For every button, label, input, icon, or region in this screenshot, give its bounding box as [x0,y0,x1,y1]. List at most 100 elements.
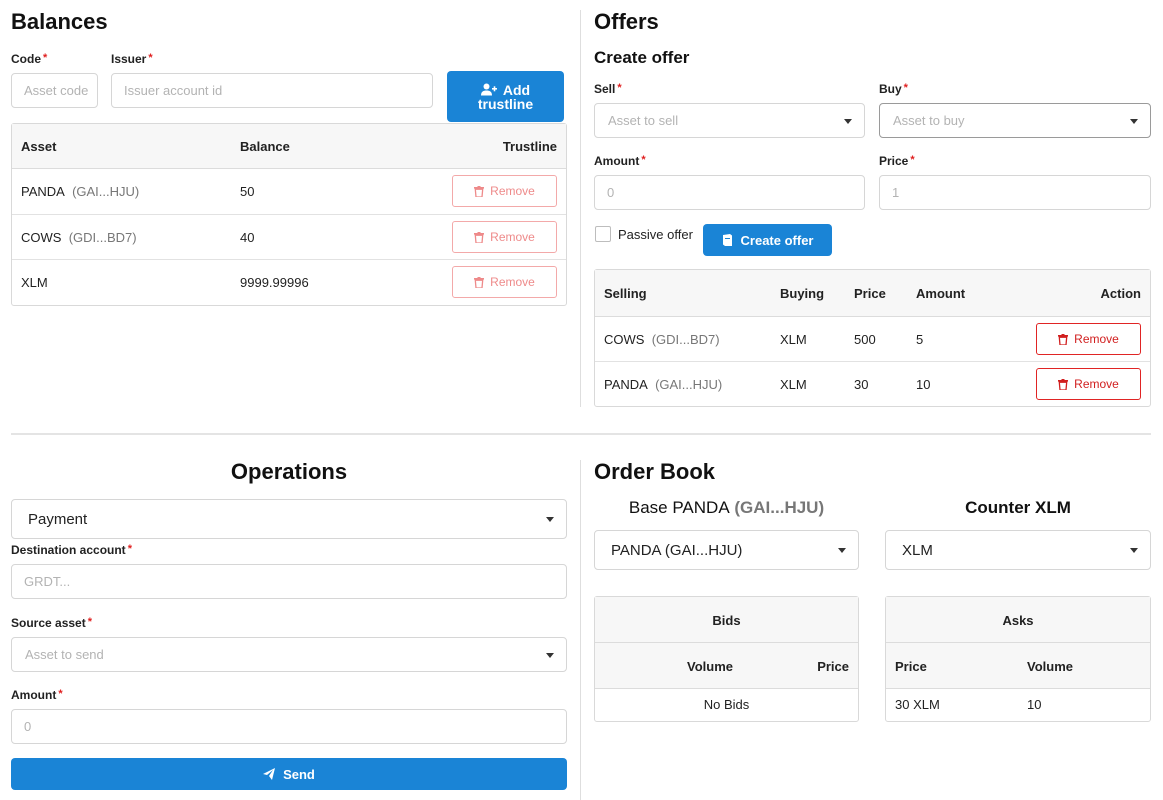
chevron-down-icon [1130,118,1138,124]
remove-trustline-button[interactable]: Remove [452,266,557,298]
op-amount-label: Amount * [11,688,63,702]
price-label: Price * [879,154,915,168]
col-buying: Buying [780,286,825,301]
column-divider [580,460,581,800]
source-asset-select[interactable]: Asset to send [11,637,567,672]
passive-offer-label: Passive offer [618,227,693,242]
trash-icon [1058,378,1069,390]
table-row: COWS (GDI...BD7) XLM 500 5 Remove [595,317,1150,362]
base-asset-select[interactable]: PANDA (GAI...HJU) [594,530,859,570]
selling-issuer: (GDI...BD7) [651,332,720,347]
create-offer-button[interactable]: Create offer [703,224,832,256]
remove-trustline-button[interactable]: Remove [452,221,557,253]
balance-value: 9999.99996 [240,275,309,290]
sell-asset-select[interactable]: Asset to sell [594,103,865,138]
column-divider [580,10,581,407]
offer-price: 30 [854,377,869,392]
asset-issuer: (GAI...HJU) [72,184,140,199]
source-asset-label: Source asset * [11,616,92,630]
table-row: No Bids [595,689,858,722]
asks-col-volume: Volume [1027,659,1073,674]
balance-value: 50 [240,184,255,199]
selling-asset: COWS [604,332,645,347]
chevron-down-icon [546,652,554,658]
buy-asset-select[interactable]: Asset to buy [879,103,1151,138]
offer-price: 500 [854,332,876,347]
balances-table: Asset Balance Trustline PANDA (GAI...HJU… [11,123,567,306]
passive-offer-checkbox[interactable] [595,226,611,242]
issuer-label: Issuer * [111,52,153,66]
trash-icon [1058,333,1069,345]
chevron-down-icon [838,548,846,553]
offer-amount: 10 [916,377,931,392]
code-label: Code * [11,52,48,66]
asset-code: PANDA [21,184,65,199]
bids-col-price: Price [817,659,849,674]
book-icon [722,234,732,246]
ask-price: 30 XLM [895,697,940,712]
table-row: COWS (GDI...BD7) 40 Remove [12,215,566,260]
remove-offer-button[interactable]: Remove [1036,323,1141,355]
chevron-down-icon [1130,548,1138,553]
asset-code: XLM [21,275,48,290]
bids-title: Bids [712,613,741,628]
operation-type-select[interactable]: Payment [11,499,567,539]
no-bids-text: No Bids [703,697,750,712]
trash-icon [474,185,485,197]
operations-title: Operations [230,459,348,484]
paper-plane-icon [263,768,276,780]
offer-amount: 5 [916,332,924,347]
base-asset-heading: Base PANDA (GAI...HJU) [628,498,825,517]
offers-table-header: Selling Buying Price Amount Action [595,270,1150,317]
buying-asset: XLM [780,377,807,392]
offer-amount-input[interactable]: 0 [594,175,865,210]
offers-table: Selling Buying Price Amount Action COWS … [594,269,1151,407]
selling-issuer: (GAI...HJU) [655,377,723,392]
buying-asset: XLM [780,332,807,347]
table-row: PANDA (GAI...HJU) 50 Remove [12,169,566,215]
col-action: Action [1100,286,1141,301]
buy-label: Buy * [879,82,908,96]
col-balance: Balance [240,139,290,154]
counter-asset-select[interactable]: XLM [885,530,1151,570]
destination-input[interactable]: GRDT... [11,564,567,599]
col-asset: Asset [21,139,57,154]
trash-icon [474,231,485,243]
chevron-down-icon [844,118,852,124]
chevron-down-icon [546,517,554,522]
balance-value: 40 [240,230,255,245]
offers-title: Offers [594,9,659,34]
table-row: XLM 9999.99996 Remove [12,260,566,306]
orderbook-title: Order Book [594,459,716,484]
sell-label: Sell * [594,82,622,96]
create-offer-title: Create offer [594,48,690,67]
col-price: Price [854,286,886,301]
amount-label: Amount * [594,154,646,168]
trash-icon [474,276,485,288]
counter-asset-heading: Counter XLM [965,498,1071,517]
send-button[interactable]: Send [11,758,567,790]
base-asset-issuer: (GAI...HJU) [734,498,825,517]
user-plus-icon [480,83,497,96]
destination-label: Destination account * [11,543,132,557]
asks-title: Asks [1002,613,1034,628]
asset-code: COWS [21,230,62,245]
bids-col-volume: Volume [687,659,733,674]
asks-table: Asks Price Volume 30 XLM 10 [885,596,1151,722]
col-trustline: Trustline [502,139,557,154]
offer-price-input[interactable]: 1 [879,175,1151,210]
asks-col-price: Price [895,659,927,674]
balances-title: Balances [11,9,108,34]
op-amount-input[interactable]: 0 [11,709,567,744]
ask-volume: 10 [1027,697,1042,712]
col-selling: Selling [604,286,647,301]
issuer-input[interactable]: Issuer account id [111,73,433,108]
table-row: PANDA (GAI...HJU) XLM 30 10 Remove [595,362,1150,407]
add-trustline-button[interactable]: Add trustline [447,71,564,122]
bids-table: Bids Volume Price No Bids [594,596,859,722]
code-input[interactable]: Asset code [11,73,98,108]
remove-trustline-button[interactable]: Remove [452,175,557,207]
remove-offer-button[interactable]: Remove [1036,368,1141,400]
table-row: 30 XLM 10 [886,689,1150,722]
selling-asset: PANDA [604,377,648,392]
